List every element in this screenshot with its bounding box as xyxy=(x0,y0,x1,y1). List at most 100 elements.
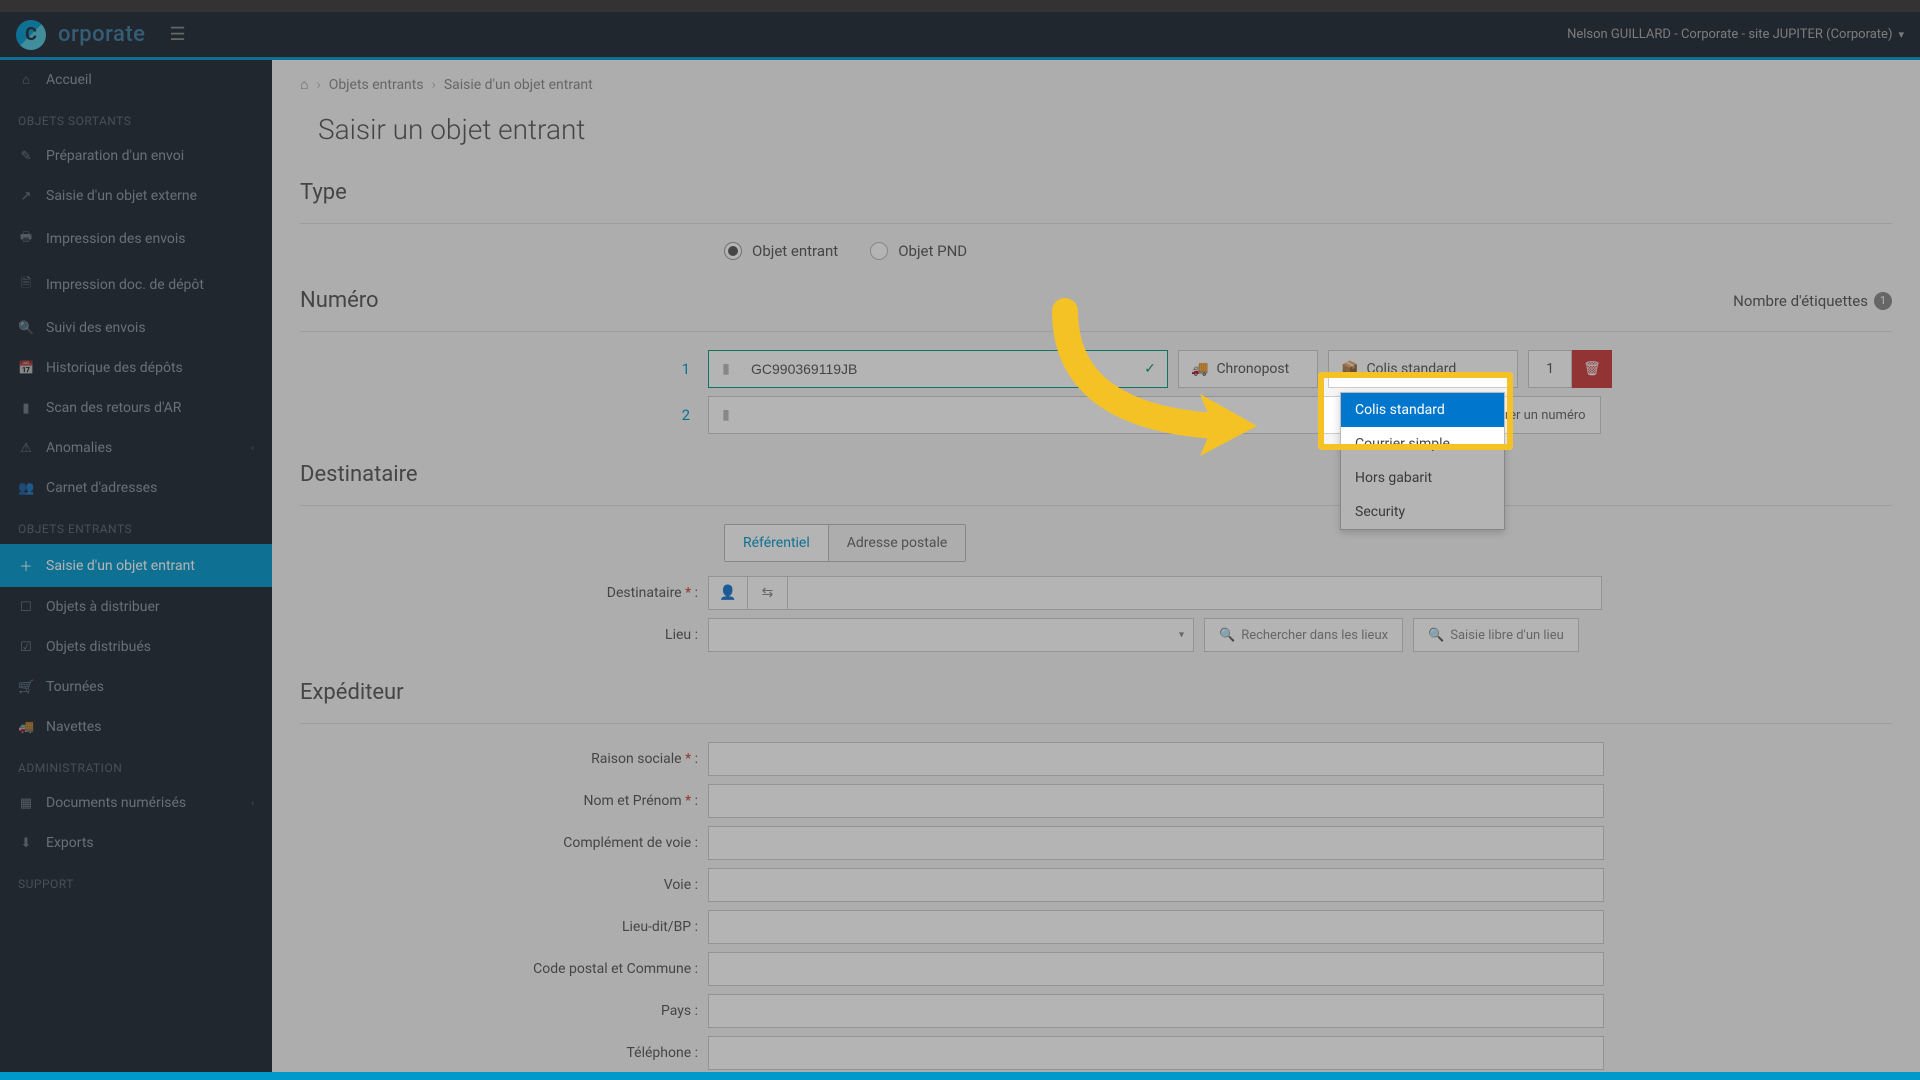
logo-text: orporate xyxy=(58,22,145,47)
sidebar-item-label: Saisie d'un objet externe xyxy=(46,188,197,204)
sidebar-suivi[interactable]: 🔍Suivi des envois xyxy=(0,308,272,348)
chevron-down-icon: ▾ xyxy=(1179,630,1184,641)
search-icon: 🔍 xyxy=(1428,628,1444,643)
sidebar-saisie-externe[interactable]: ↗Saisie d'un objet externe xyxy=(0,176,272,216)
count-input[interactable]: 1 xyxy=(1528,350,1572,388)
user-menu[interactable]: Nelson GUILLARD - Corporate - site JUPIT… xyxy=(1567,27,1904,42)
sidebar-item-label: Scan des retours d'AR xyxy=(46,400,181,416)
labels-count-text: Nombre d'étiquettes xyxy=(1733,292,1868,310)
sidebar-carnet[interactable]: 👥Carnet d'adresses xyxy=(0,468,272,508)
swap-button[interactable]: ⇆ xyxy=(748,576,788,610)
form-label: Voie : xyxy=(300,877,708,893)
calendar-icon: 📅 xyxy=(18,361,34,376)
radio-label: Objet entrant xyxy=(752,242,838,260)
form-row-voie: Voie : xyxy=(300,868,1892,902)
person-button[interactable]: 👤 xyxy=(708,576,748,610)
tutorial-arrow-icon xyxy=(1035,296,1275,466)
nom-input[interactable] xyxy=(708,784,1604,818)
labels-count: Nombre d'étiquettes 1 xyxy=(1733,292,1892,310)
tutorial-highlight xyxy=(1318,372,1513,450)
breadcrumb-level1[interactable]: Objets entrants xyxy=(329,77,424,93)
divider xyxy=(300,505,1892,506)
sidebar-impression-envois[interactable]: 🖶Impression des envois xyxy=(0,216,272,262)
pays-input[interactable] xyxy=(708,994,1604,1028)
breadcrumb-sep: › xyxy=(316,77,320,93)
sidebar-impression-doc[interactable]: 🗎 Impression doc. de dépôt xyxy=(0,262,272,308)
truck-icon: 🚚 xyxy=(18,720,34,735)
section-numero-title: Numéro xyxy=(300,278,379,323)
form-row-destinataire: Destinataire * : 👤 ⇆ xyxy=(300,576,1892,610)
free-lieu-button[interactable]: 🔍Saisie libre d'un lieu xyxy=(1413,618,1579,652)
sidebar-distribues[interactable]: ☑Objets distribués xyxy=(0,627,272,667)
numero-index: 2 xyxy=(300,406,708,424)
qr-icon: ▦ xyxy=(18,796,34,811)
form-label-destinataire: Destinataire * : xyxy=(300,585,708,601)
sidebar-anomalies[interactable]: ⚠Anomalies‹ xyxy=(0,428,272,468)
sidebar-tournees[interactable]: 🛒Tournées xyxy=(0,667,272,707)
download-icon: ⬇ xyxy=(18,836,34,851)
delete-button[interactable]: 🗑 xyxy=(1572,350,1612,388)
destinataire-input[interactable] xyxy=(788,576,1602,610)
user-label: Nelson GUILLARD - Corporate - site JUPIT… xyxy=(1567,27,1892,42)
barcode-icon: ▮ xyxy=(18,401,34,416)
doc-icon: 🗎 xyxy=(18,274,34,296)
sidebar-navettes[interactable]: 🚚Navettes xyxy=(0,707,272,747)
sidebar-item-label: Préparation d'un envoi xyxy=(46,148,184,164)
sidebar-exports[interactable]: ⬇ Exports xyxy=(0,823,272,863)
lieu-input[interactable] xyxy=(708,618,1194,652)
breadcrumb: ⌂ › Objets entrants › Saisie d'un objet … xyxy=(300,60,1892,109)
sidebar-item-label: Saisie d'un objet entrant xyxy=(46,558,195,574)
sidebar-section-in: OBJETS ENTRANTS xyxy=(0,508,272,544)
form-row-cp: Code postal et Commune : xyxy=(300,952,1892,986)
home-icon: ⌂ xyxy=(18,72,34,88)
search-lieux-button[interactable]: 🔍Rechercher dans les lieux xyxy=(1204,618,1403,652)
lieu-select[interactable]: ▾ xyxy=(708,618,1194,652)
breadcrumb-sep: › xyxy=(432,77,436,93)
warning-icon: ⚠ xyxy=(18,441,34,456)
voie-input[interactable] xyxy=(708,868,1604,902)
radio-label: Objet PND xyxy=(898,242,967,260)
dropdown-item-hors-gabarit[interactable]: Hors gabarit xyxy=(1341,461,1504,495)
form-row-tel: Téléphone : xyxy=(300,1036,1892,1070)
cp-input[interactable] xyxy=(708,952,1604,986)
barcode-icon: ▮ xyxy=(709,397,743,433)
sidebar-section-support: SUPPORT xyxy=(0,863,272,899)
form-label: Complément de voie : xyxy=(300,835,708,851)
tel-input[interactable] xyxy=(708,1036,1604,1070)
barcode-icon: ▮ xyxy=(709,351,743,387)
sidebar-saisie-entrant[interactable]: ＋ Saisie d'un objet entrant xyxy=(0,544,272,587)
radio-objet-pnd[interactable]: Objet PND xyxy=(870,242,967,260)
check-icon: ☑ xyxy=(18,640,34,655)
sidebar-item-label: Impression doc. de dépôt xyxy=(46,277,204,293)
sidebar-historique[interactable]: 📅Historique des dépôts xyxy=(0,348,272,388)
chevron-down-icon: ▾ xyxy=(1898,28,1904,41)
sidebar-item-label: Exports xyxy=(46,835,94,851)
home-icon[interactable]: ⌂ xyxy=(300,76,308,93)
sidebar-section-out: OBJETS SORTANTS xyxy=(0,100,272,136)
divider xyxy=(300,723,1892,724)
sidebar-item-label: Impression des envois xyxy=(46,231,186,247)
section-expediteur-title: Expéditeur xyxy=(300,670,1892,715)
logo-icon: C xyxy=(16,20,46,50)
labels-count-badge: 1 xyxy=(1874,292,1892,310)
sidebar-scan-ar[interactable]: ▮ Scan des retours d'AR xyxy=(0,388,272,428)
logo[interactable]: C orporate ☰ xyxy=(16,20,186,50)
form-label: Code postal et Commune : xyxy=(300,961,708,977)
lieudit-input[interactable] xyxy=(708,910,1604,944)
radio-objet-entrant[interactable]: Objet entrant xyxy=(724,242,838,260)
sidebar-item-label: Documents numérisés xyxy=(46,795,186,811)
raison-input[interactable] xyxy=(708,742,1604,776)
tab-adresse[interactable]: Adresse postale xyxy=(828,525,966,561)
tab-referentiel[interactable]: Référentiel xyxy=(725,525,828,561)
page-title: Saisir un objet entrant xyxy=(300,109,1892,170)
complement-input[interactable] xyxy=(708,826,1604,860)
app-header: C orporate ☰ Nelson GUILLARD - Corporate… xyxy=(0,12,1920,60)
plus-icon: ＋ xyxy=(18,556,34,575)
sidebar-home[interactable]: ⌂ Accueil xyxy=(0,60,272,100)
sidebar-preparation[interactable]: ✎Préparation d'un envoi xyxy=(0,136,272,176)
sidebar-distribuer[interactable]: ☐Objets à distribuer xyxy=(0,587,272,627)
hamburger-icon[interactable]: ☰ xyxy=(169,24,185,45)
form-row-lieudit: Lieu-dit/BP : xyxy=(300,910,1892,944)
dropdown-item-security[interactable]: Security xyxy=(1341,495,1504,529)
sidebar-documents[interactable]: ▦Documents numérisés‹ xyxy=(0,783,272,823)
